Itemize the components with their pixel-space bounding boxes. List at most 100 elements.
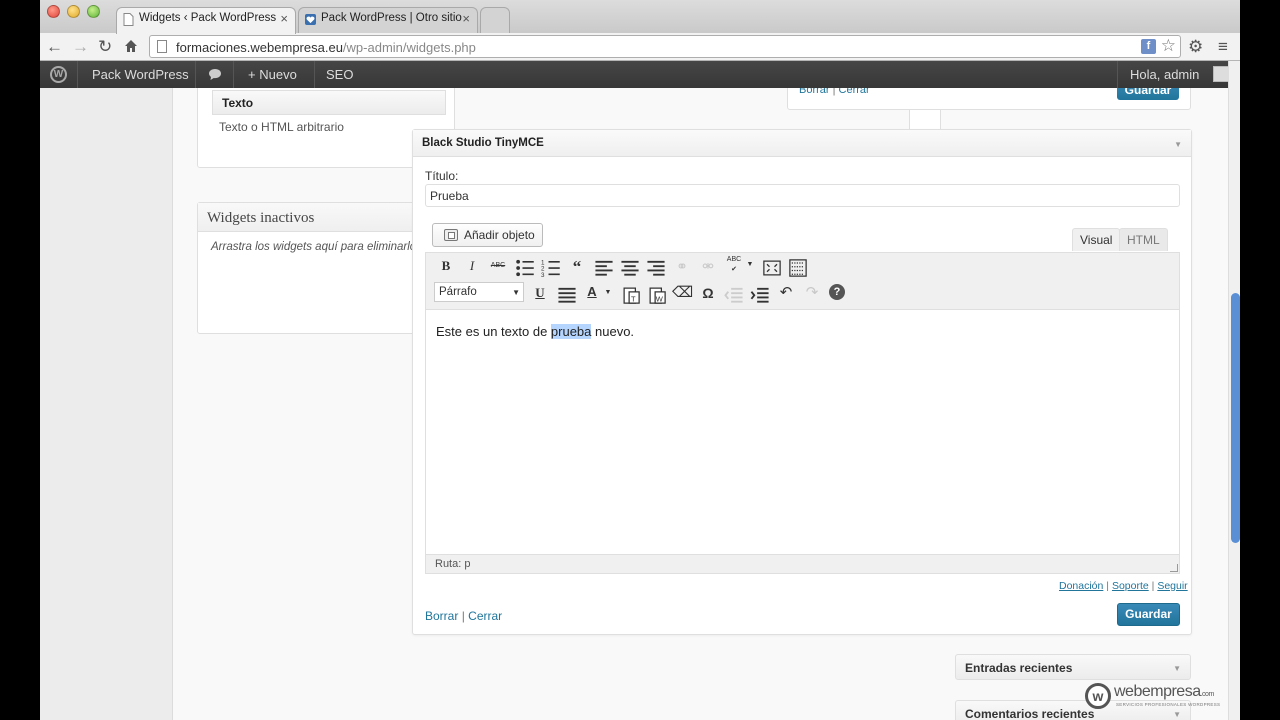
editor-toolbar: B I ABC 123 “ ⚭ ⚮ ABC ✔ ▼ Párrafo ▼ U A … <box>426 253 1179 310</box>
numbered-list-icon[interactable]: 123 <box>541 258 561 278</box>
content-text: Este es un texto de <box>436 324 551 339</box>
texto-widget[interactable]: Texto <box>212 90 446 115</box>
tab-visual[interactable]: Visual <box>1072 228 1121 251</box>
widget-label: Entradas recientes <box>965 661 1073 675</box>
special-character-icon[interactable]: Ω <box>698 283 718 303</box>
align-center-icon[interactable] <box>620 259 640 279</box>
site-name-link[interactable]: Pack WordPress <box>92 67 189 82</box>
title-input[interactable] <box>425 184 1180 207</box>
delete-link[interactable]: Borrar <box>799 88 830 96</box>
inactive-widgets-description: Arrastra los widgets aquí para eliminarl… <box>211 241 422 253</box>
minimize-window-button[interactable] <box>67 5 80 18</box>
address-bar[interactable]: formaciones.webempresa.eu/wp-admin/widge… <box>149 35 1181 58</box>
justify-icon[interactable] <box>557 286 577 306</box>
new-tab-button[interactable] <box>480 7 510 34</box>
webempresa-logo: w webempresa.com SERVICIOS PROFESIONALES… <box>1085 683 1220 713</box>
align-right-icon[interactable] <box>646 259 666 279</box>
page-icon <box>123 13 134 26</box>
webempresa-logo-icon: w <box>1085 683 1111 709</box>
separator: | <box>1151 580 1155 592</box>
widget-label: Comentarios recientes <box>965 707 1095 720</box>
text-color-dropdown-icon[interactable]: ▼ <box>598 283 618 303</box>
blockquote-icon[interactable]: “ <box>567 257 587 277</box>
italic-icon[interactable]: I <box>462 256 482 276</box>
browser-tab-widgets[interactable]: Widgets ‹ Pack WordPress × <box>116 7 296 34</box>
format-select-value: Párrafo <box>439 286 477 298</box>
comments-icon[interactable] <box>208 68 222 81</box>
reload-icon[interactable]: ↻ <box>98 37 112 57</box>
strikethrough-icon[interactable]: ABC <box>488 256 508 276</box>
tab-html[interactable]: HTML <box>1119 228 1168 251</box>
new-content-button[interactable]: + Nuevo <box>248 67 297 82</box>
add-media-button[interactable]: Añadir objeto <box>432 223 543 247</box>
tinymce-widget: Black Studio TinyMCE ▼ Título: Añadir ob… <box>412 129 1192 635</box>
follow-link[interactable]: Seguir <box>1157 580 1187 592</box>
forward-arrow-icon[interactable]: → <box>72 37 89 57</box>
close-link[interactable]: Cerrar <box>468 609 502 623</box>
wordpress-logo-icon[interactable]: W <box>50 66 67 83</box>
widget-entradas-recientes[interactable]: Entradas recientes ▼ <box>955 654 1191 680</box>
save-button[interactable]: Guardar <box>1117 603 1180 626</box>
zoom-window-button[interactable] <box>87 5 100 18</box>
donation-link[interactable]: Donación <box>1059 580 1103 592</box>
home-icon[interactable] <box>124 39 138 53</box>
widget-title[interactable]: Black Studio TinyMCE <box>413 130 1191 157</box>
kitchen-sink-icon[interactable] <box>788 258 808 278</box>
close-window-button[interactable] <box>47 5 60 18</box>
save-button[interactable]: Guardar <box>1117 88 1179 100</box>
editor-content[interactable]: Este es un texto de prueba nuevo. <box>436 324 634 339</box>
close-tab-icon[interactable]: × <box>280 11 288 26</box>
close-tab-icon[interactable]: × <box>462 11 470 26</box>
underline-icon[interactable]: U <box>530 283 550 303</box>
align-left-icon[interactable] <box>594 259 614 279</box>
bookmark-star-icon[interactable]: ☆ <box>1161 36 1176 56</box>
top-widget-actions: Borrar | Cerrar <box>799 88 870 96</box>
help-icon[interactable]: ? <box>829 284 845 300</box>
chevron-down-icon: ▼ <box>512 288 520 297</box>
toggle-arrow-icon[interactable]: ▼ <box>1174 140 1182 149</box>
plugin-links: Donación | Soporte | Seguir <box>1059 580 1188 592</box>
tab-title: Pack WordPress | Otro sitio <box>321 12 462 24</box>
spellcheck-dropdown-icon[interactable]: ▼ <box>740 255 760 275</box>
paste-word-icon[interactable]: W <box>647 285 667 305</box>
admin-sidebar-menu <box>40 88 173 720</box>
browser-tab-pack-wordpress[interactable]: Pack WordPress | Otro sitio × <box>298 7 478 34</box>
paste-text-icon[interactable]: T <box>621 285 641 305</box>
letterbox-right <box>1240 0 1280 720</box>
delete-link[interactable]: Borrar <box>425 609 458 623</box>
wp-admin-bar: W Pack WordPress + Nuevo SEO Hola, admin <box>40 61 1240 88</box>
avatar[interactable] <box>1213 66 1229 82</box>
fullscreen-icon[interactable] <box>762 258 782 278</box>
widgets-page: Texto Texto o HTML arbitrario Widgets in… <box>40 88 1228 720</box>
redo-icon[interactable]: ↷ <box>802 283 822 303</box>
eraser-icon[interactable]: ⌫ <box>672 283 693 303</box>
bullet-list-icon[interactable] <box>515 258 535 278</box>
indent-icon[interactable] <box>750 286 770 306</box>
outdent-icon[interactable] <box>724 286 744 306</box>
link-icon[interactable]: ⚭ <box>672 256 692 276</box>
separator: | <box>461 609 465 623</box>
unlink-icon[interactable]: ⚮ <box>698 256 718 276</box>
scrollbar-thumb[interactable] <box>1231 293 1240 543</box>
user-greeting[interactable]: Hola, admin <box>1130 67 1199 82</box>
format-select[interactable]: Párrafo ▼ <box>434 282 524 302</box>
back-arrow-icon[interactable]: ← <box>46 37 63 57</box>
close-link[interactable]: Cerrar <box>839 88 870 96</box>
plus-icon: + <box>248 67 260 82</box>
media-icon <box>444 229 458 241</box>
page-scrollbar[interactable] <box>1228 61 1240 720</box>
svg-text:3: 3 <box>541 272 545 278</box>
title-label: Título: <box>425 169 459 183</box>
bold-icon[interactable]: B <box>436 256 456 276</box>
support-link[interactable]: Soporte <box>1112 580 1149 592</box>
resize-handle-icon[interactable] <box>1170 564 1178 572</box>
svg-text:W: W <box>656 294 664 303</box>
facebook-extension-icon[interactable]: f <box>1141 39 1156 54</box>
content-text: nuevo. <box>591 324 635 339</box>
toggle-arrow-icon[interactable]: ▼ <box>1173 664 1181 673</box>
wrench-settings-icon[interactable]: ⚙ <box>1188 37 1203 57</box>
url-text: formaciones.webempresa.eu/wp-admin/widge… <box>176 40 476 55</box>
menu-icon[interactable]: ≡ <box>1218 37 1228 57</box>
seo-menu-link[interactable]: SEO <box>326 67 353 82</box>
undo-icon[interactable]: ↶ <box>776 283 796 303</box>
